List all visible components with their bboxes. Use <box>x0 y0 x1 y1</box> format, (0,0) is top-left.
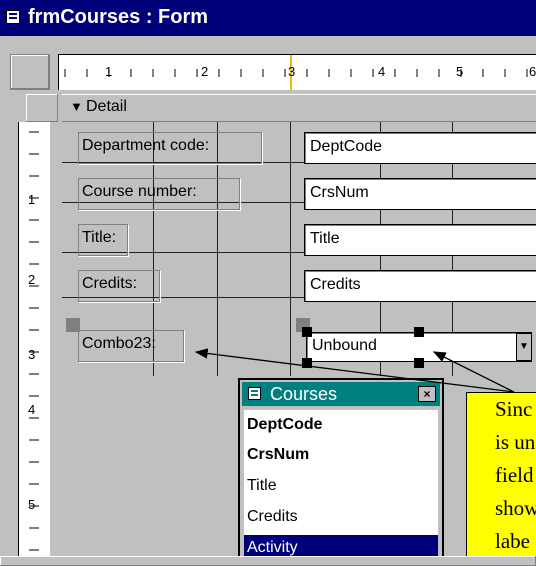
callout-text: labe <box>495 529 530 553</box>
horizontal-ruler-ticks <box>64 55 528 90</box>
field-list-title: Courses <box>270 384 338 404</box>
ruler-number: 1 <box>105 64 113 79</box>
label-course-number[interactable]: Course number: <box>78 178 240 210</box>
label-combo23[interactable]: Combo23: <box>78 330 184 362</box>
resize-handle[interactable] <box>414 327 424 337</box>
label-credits[interactable]: Credits: <box>78 270 160 302</box>
field-item-credits[interactable]: Credits <box>244 504 438 534</box>
resize-handle[interactable] <box>302 358 312 368</box>
window-titlebar[interactable]: frmCourses : Form <box>0 0 536 36</box>
vertical-ruler[interactable]: 1 2 3 4 5 <box>18 122 50 566</box>
field-list-window[interactable]: Courses × DeptCode CrsNum Title Credits … <box>238 378 444 566</box>
grid-line <box>290 122 291 376</box>
ruler-number: 3 <box>288 64 296 79</box>
field-item-title[interactable]: Title <box>244 473 438 503</box>
ruler-number: 4 <box>28 402 36 417</box>
ruler-number: 3 <box>28 347 36 362</box>
section-arrow-icon: ▼ <box>70 99 83 114</box>
close-button[interactable]: × <box>418 386 436 402</box>
field-item-crsnum[interactable]: CrsNum <box>244 442 438 472</box>
detail-section-bar[interactable]: ▼ Detail <box>62 94 536 122</box>
textbox-credits[interactable]: Credits <box>304 270 536 302</box>
resize-handle[interactable] <box>414 358 424 368</box>
table-icon <box>248 387 261 400</box>
horizontal-ruler[interactable]: 1 2 3 4 5 6 <box>58 54 536 90</box>
ruler-number: 4 <box>378 64 386 79</box>
ruler-number: 2 <box>28 272 36 287</box>
ruler-number: 2 <box>201 64 209 79</box>
textbox-deptcode[interactable]: DeptCode <box>304 132 536 164</box>
label-title[interactable]: Title: <box>78 224 128 256</box>
resize-handle[interactable] <box>302 327 312 337</box>
horizontal-scrollbar[interactable] <box>0 556 536 566</box>
annotation-callout: Sinc is un field show labe <box>466 392 536 566</box>
textbox-title[interactable]: Title <box>304 224 536 256</box>
detail-section-label: Detail <box>86 98 127 115</box>
ruler-number: 5 <box>28 497 36 512</box>
field-list-items[interactable]: DeptCode CrsNum Title Credits Activity <box>244 410 438 566</box>
textbox-crsnum[interactable]: CrsNum <box>304 178 536 210</box>
ruler-number: 1 <box>28 192 36 207</box>
callout-text: Sinc <box>495 397 533 421</box>
label-department-code[interactable]: Department code: <box>78 132 262 164</box>
callout-text: show <box>495 496 536 520</box>
form-selector[interactable] <box>10 54 50 90</box>
section-selector[interactable] <box>26 94 58 122</box>
callout-text: field <box>495 463 534 487</box>
ruler-number: 6 <box>529 64 536 79</box>
ruler-number: 5 <box>456 64 464 79</box>
form-icon <box>6 10 20 24</box>
field-list-titlebar[interactable]: Courses × <box>242 382 440 406</box>
combo-dropdown-button[interactable]: ▼ <box>516 333 532 361</box>
field-item-deptcode[interactable]: DeptCode <box>244 412 438 442</box>
window-title: frmCourses : Form <box>28 6 209 28</box>
detail-design-area[interactable]: Department code: DeptCode Course number:… <box>62 122 536 376</box>
callout-text: is un <box>495 430 536 454</box>
